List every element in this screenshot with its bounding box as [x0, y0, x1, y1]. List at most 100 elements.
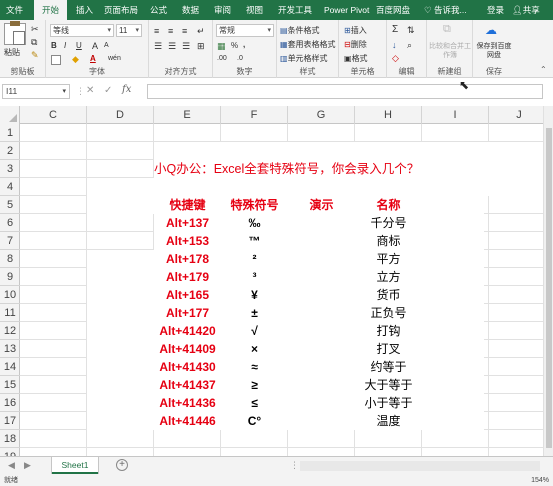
symbol-name-cell[interactable]: 温度 — [355, 412, 422, 430]
shortcut-cell[interactable]: Alt+137 — [154, 214, 221, 232]
menu-review[interactable]: 审阅 — [214, 0, 231, 20]
menu-home[interactable]: 开始 — [34, 0, 68, 20]
tab-split-grip-icon[interactable]: ⋮ — [290, 460, 299, 471]
add-sheet-button[interactable]: + — [116, 459, 128, 471]
currency-icon[interactable]: ▦ — [217, 41, 226, 52]
menu-view[interactable]: 视图 — [246, 0, 263, 20]
save-to-baidu-button[interactable]: 保存到百度网盘 — [474, 42, 514, 60]
row-header-11[interactable]: 11 — [0, 304, 20, 322]
fill-icon[interactable]: ↓ — [392, 40, 397, 50]
symbol-cell[interactable]: C° — [221, 412, 288, 430]
align-center-icon[interactable]: ☰ — [168, 41, 176, 52]
symbol-name-cell[interactable]: 大于等于 — [355, 376, 422, 394]
shortcut-cell[interactable]: Alt+41436 — [154, 394, 221, 412]
cut-icon[interactable]: ✂ — [31, 24, 39, 35]
symbol-name-cell[interactable]: 打叉 — [355, 340, 422, 358]
sheet-title[interactable]: 小Q办公：Excel全套特殊符号，你会录入几个？ — [154, 160, 484, 178]
row-header-4[interactable]: 4 — [0, 178, 20, 196]
shortcut-cell[interactable]: Alt+165 — [154, 286, 221, 304]
horizontal-scrollbar[interactable] — [300, 461, 540, 471]
row-header-5[interactable]: 5 — [0, 196, 20, 214]
symbol-name-cell[interactable]: 小于等于 — [355, 394, 422, 412]
row-header-15[interactable]: 15 — [0, 376, 20, 394]
symbol-cell[interactable]: ™ — [221, 232, 288, 250]
row-header-17[interactable]: 17 — [0, 412, 20, 430]
row-header-12[interactable]: 12 — [0, 322, 20, 340]
shortcut-cell[interactable]: Alt+41437 — [154, 376, 221, 394]
font-name-select[interactable]: 等线 ▾ — [50, 24, 114, 37]
shrink-font-button[interactable]: A — [104, 42, 109, 49]
shortcut-cell[interactable]: Alt+179 — [154, 268, 221, 286]
header-symbol[interactable]: 特殊符号 — [221, 196, 288, 214]
symbol-cell[interactable]: × — [221, 340, 288, 358]
menu-power-pivot[interactable]: Power Pivot — [324, 0, 369, 20]
row-header-19[interactable]: 19 — [0, 448, 20, 456]
symbol-name-cell[interactable]: 千分号 — [355, 214, 422, 232]
column-header-f[interactable]: F — [221, 106, 288, 124]
merge-cells-icon[interactable]: ⊞ — [197, 41, 205, 52]
shortcut-cell[interactable]: Alt+178 — [154, 250, 221, 268]
format-painter-icon[interactable]: ✎ — [31, 50, 39, 61]
font-size-select[interactable]: 11 ▾ — [116, 24, 142, 37]
shortcut-cell[interactable]: Alt+41430 — [154, 358, 221, 376]
scroll-tabs-right-icon[interactable]: ▶ — [24, 460, 31, 471]
scroll-tabs-left-icon[interactable]: ◀ — [8, 460, 15, 471]
column-header-e[interactable]: E — [154, 106, 221, 124]
login-button[interactable]: 登录 — [487, 0, 504, 20]
row-header-8[interactable]: 8 — [0, 250, 20, 268]
menu-page-layout[interactable]: 页面布局 — [104, 0, 138, 20]
menu-data[interactable]: 数据 — [182, 0, 199, 20]
symbol-cell[interactable]: √ — [221, 322, 288, 340]
symbol-cell[interactable]: ≤ — [221, 394, 288, 412]
grow-font-button[interactable]: A — [92, 41, 98, 51]
row-header-2[interactable]: 2 — [0, 142, 20, 160]
menu-insert[interactable]: 插入 — [76, 0, 93, 20]
row-header-6[interactable]: 6 — [0, 214, 20, 232]
menu-formulas[interactable]: 公式 — [150, 0, 167, 20]
align-middle-icon[interactable]: ≡ — [168, 26, 173, 36]
sort-filter-icon[interactable]: ⇅ — [407, 25, 415, 36]
phonetic-button[interactable]: wén — [108, 55, 121, 62]
column-header-d[interactable]: D — [87, 106, 154, 124]
align-top-icon[interactable]: ≡ — [154, 26, 159, 36]
row-header-14[interactable]: 14 — [0, 358, 20, 376]
share-button[interactable]: 👤︎共享 — [512, 0, 540, 20]
autosum-button[interactable]: Σ — [392, 24, 398, 35]
symbol-name-cell[interactable]: 立方 — [355, 268, 422, 286]
delete-cells-button[interactable]: ⊟删除 — [344, 39, 367, 50]
enter-icon[interactable]: ✓ — [104, 85, 112, 96]
shortcut-cell[interactable]: Alt+41409 — [154, 340, 221, 358]
format-cells-button[interactable]: ▣格式 — [344, 53, 368, 64]
row-header-13[interactable]: 13 — [0, 340, 20, 358]
compare-merge-button[interactable]: 比较和合并工作簿 — [429, 42, 471, 60]
shortcut-cell[interactable]: Alt+177 — [154, 304, 221, 322]
column-header-i[interactable]: I — [422, 106, 489, 124]
column-header-c[interactable]: C — [20, 106, 87, 124]
symbol-name-cell[interactable]: 打钩 — [355, 322, 422, 340]
zoom-level[interactable]: 154% — [531, 476, 549, 486]
tell-me-search[interactable]: ♡ 告诉我... — [424, 0, 467, 20]
menu-developer[interactable]: 开发工具 — [278, 0, 312, 20]
name-box[interactable]: I11 ▾ — [2, 84, 70, 99]
wrap-text-icon[interactable]: ↵ — [197, 26, 205, 37]
select-all-button[interactable] — [0, 106, 20, 124]
copy-icon[interactable]: ⧉ — [31, 37, 37, 48]
conditional-formatting-button[interactable]: ▤条件格式 — [280, 25, 320, 36]
column-header-j[interactable]: J — [489, 106, 550, 124]
collapse-ribbon-icon[interactable]: ⌃ — [540, 65, 547, 74]
shortcut-cell[interactable]: Alt+41446 — [154, 412, 221, 430]
header-name[interactable]: 名称 — [355, 196, 422, 214]
border-icon[interactable] — [51, 55, 61, 65]
menu-baidu-netdisk[interactable]: 百度网盘 — [376, 0, 410, 20]
symbol-name-cell[interactable]: 约等于 — [355, 358, 422, 376]
fill-color-icon[interactable]: ◆ — [72, 54, 79, 65]
symbol-name-cell[interactable]: 货币 — [355, 286, 422, 304]
shortcut-cell[interactable]: Alt+41420 — [154, 322, 221, 340]
header-shortcut[interactable]: 快捷键 — [154, 196, 221, 214]
header-demo[interactable]: 演示 — [288, 196, 355, 214]
number-format-select[interactable]: 常规 ▾ — [216, 24, 274, 37]
symbol-cell[interactable]: ≥ — [221, 376, 288, 394]
row-header-7[interactable]: 7 — [0, 232, 20, 250]
row-header-10[interactable]: 10 — [0, 286, 20, 304]
percent-button[interactable]: % — [231, 41, 238, 50]
